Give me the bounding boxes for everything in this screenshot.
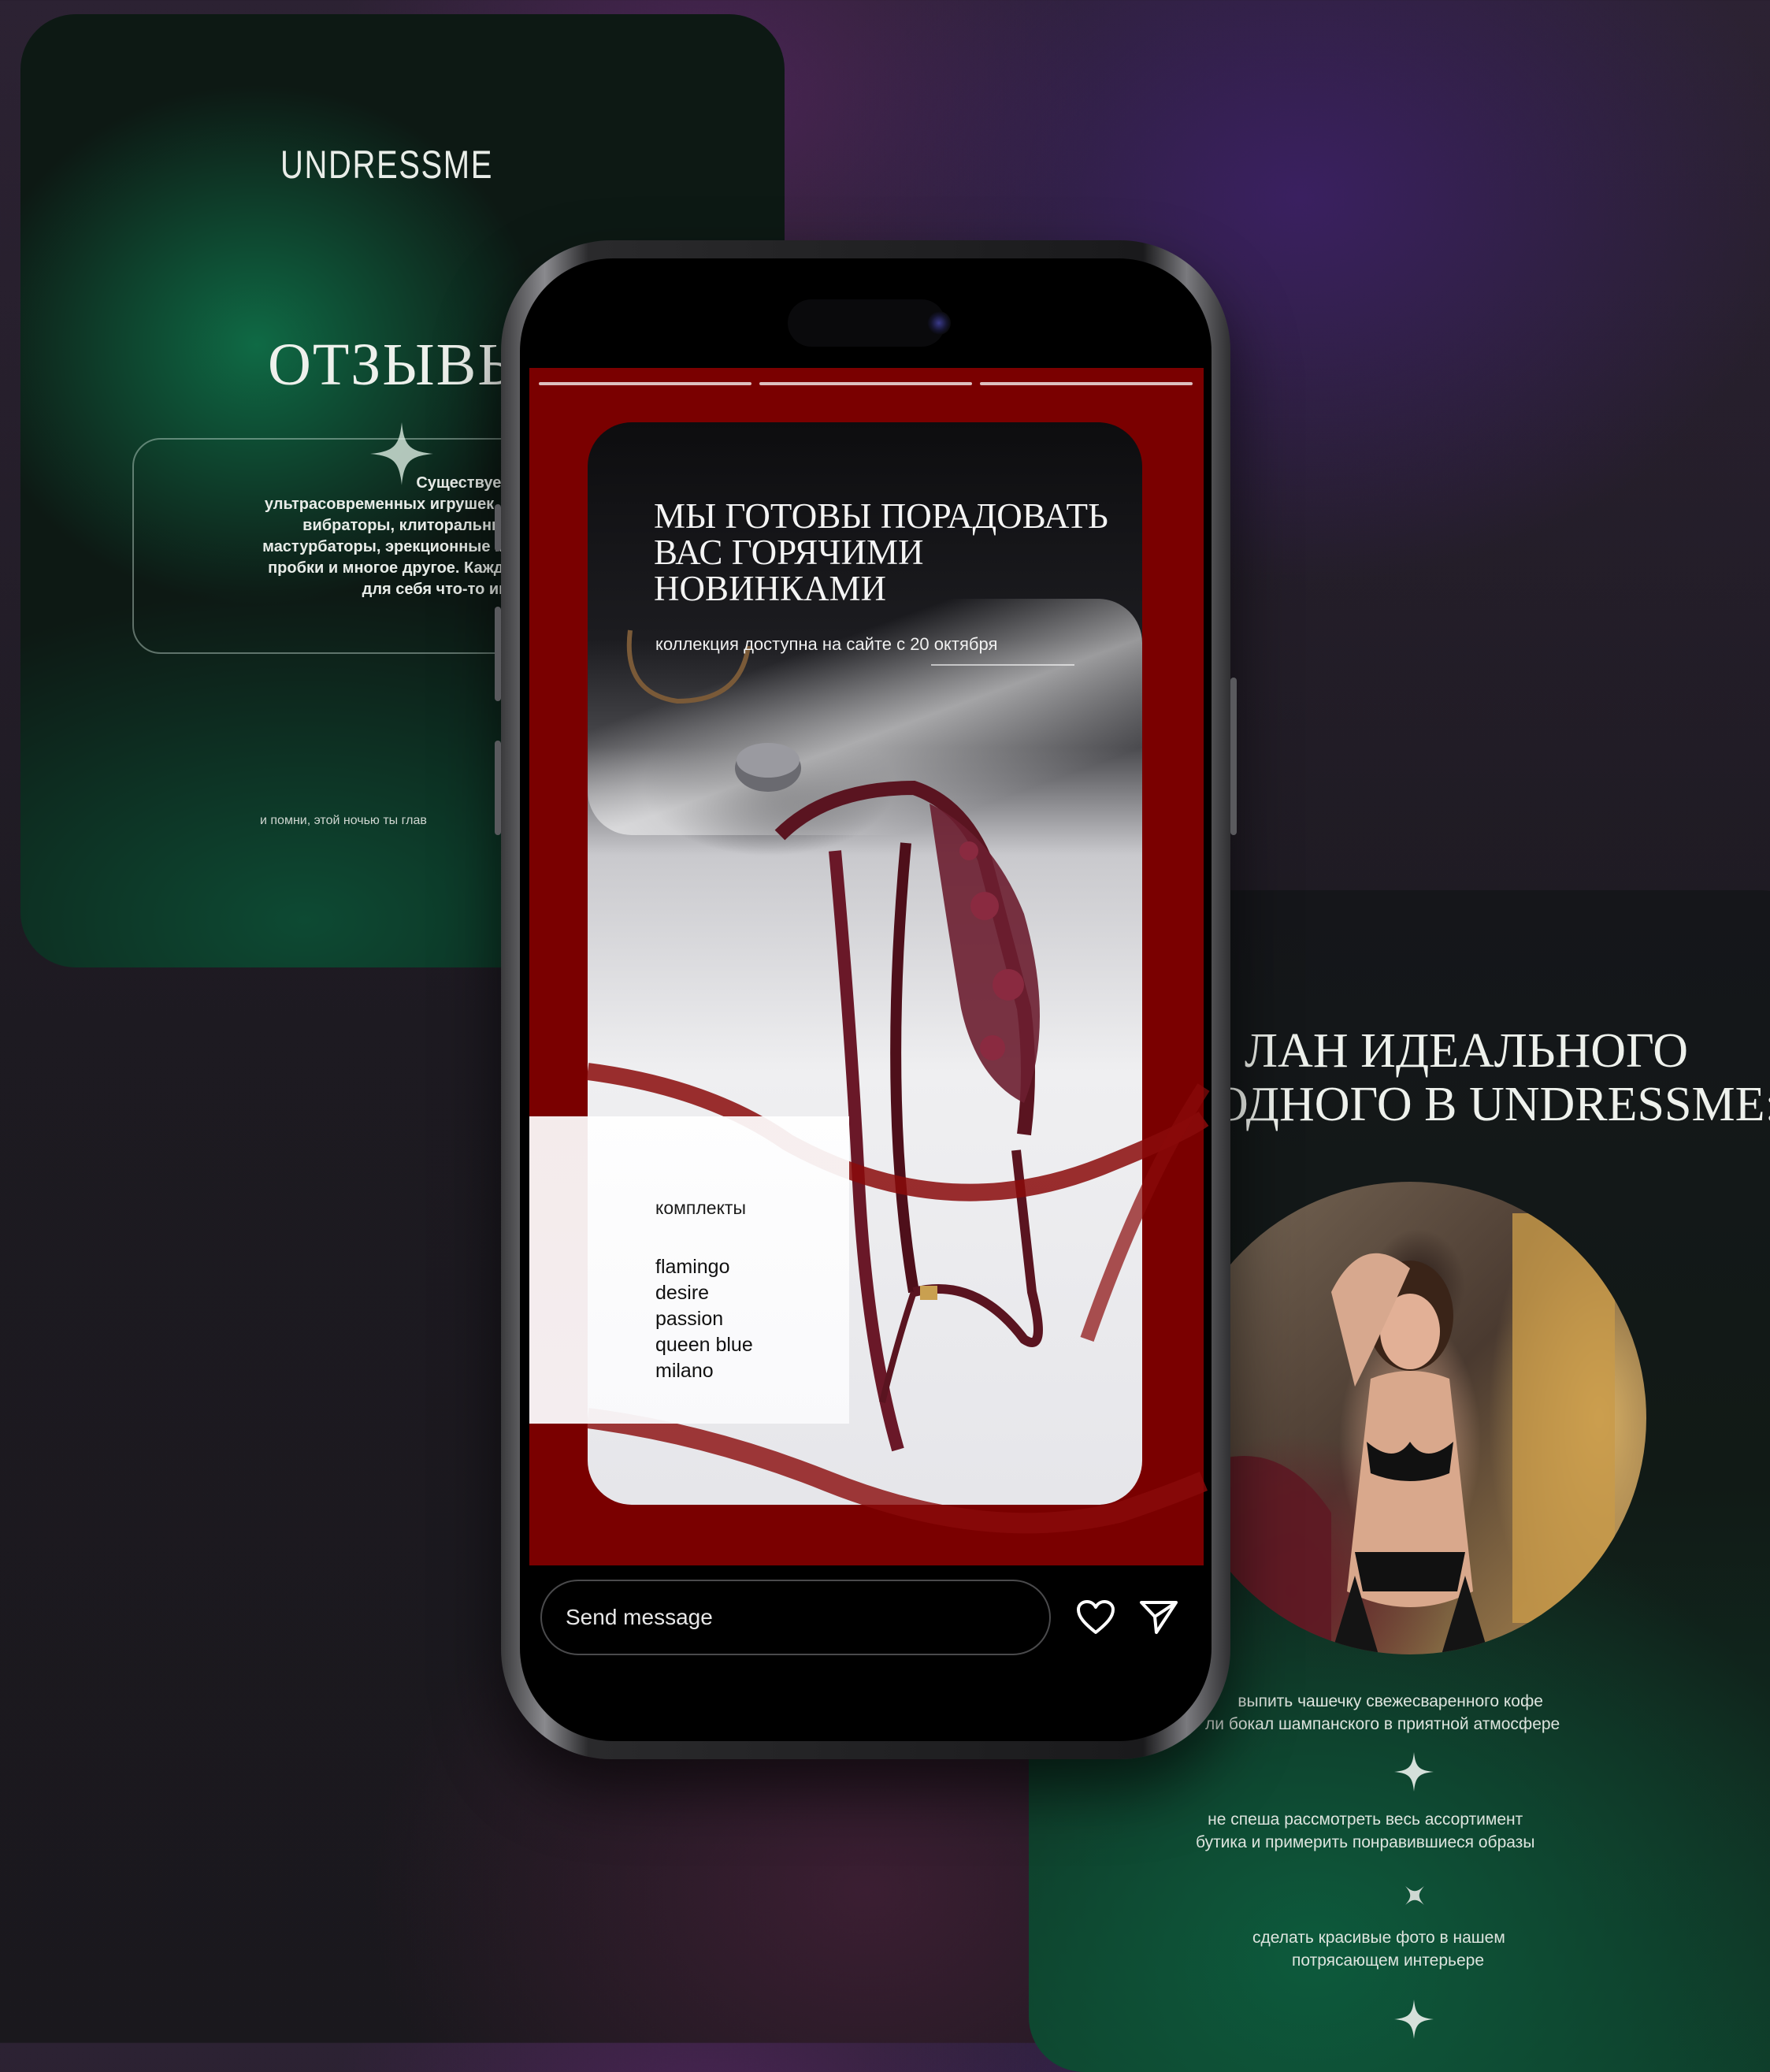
story-title: МЫ ГОТОВЫ ПОРАДОВАТЬ ВАС ГОРЯЧИМИ НОВИНК… xyxy=(654,496,1108,608)
kit-item: flamingo xyxy=(655,1256,730,1278)
kit-item: desire xyxy=(655,1282,710,1304)
heart-icon[interactable] xyxy=(1076,1599,1115,1636)
send-icon[interactable] xyxy=(1139,1599,1178,1636)
kit-item: passion xyxy=(655,1308,724,1330)
lingerie-illustration xyxy=(586,629,1210,1534)
subtitle-underline xyxy=(931,664,1074,666)
story-subtitle: коллекция доступна на сайте с 20 октября xyxy=(655,634,998,654)
kit-item: queen blue xyxy=(655,1334,753,1356)
send-message-placeholder: Send message xyxy=(566,1605,713,1629)
kits-list: flamingo desire passion queen blue milan… xyxy=(655,1254,753,1384)
kit-item: milano xyxy=(655,1360,714,1382)
kits-label: комплекты xyxy=(655,1198,746,1218)
